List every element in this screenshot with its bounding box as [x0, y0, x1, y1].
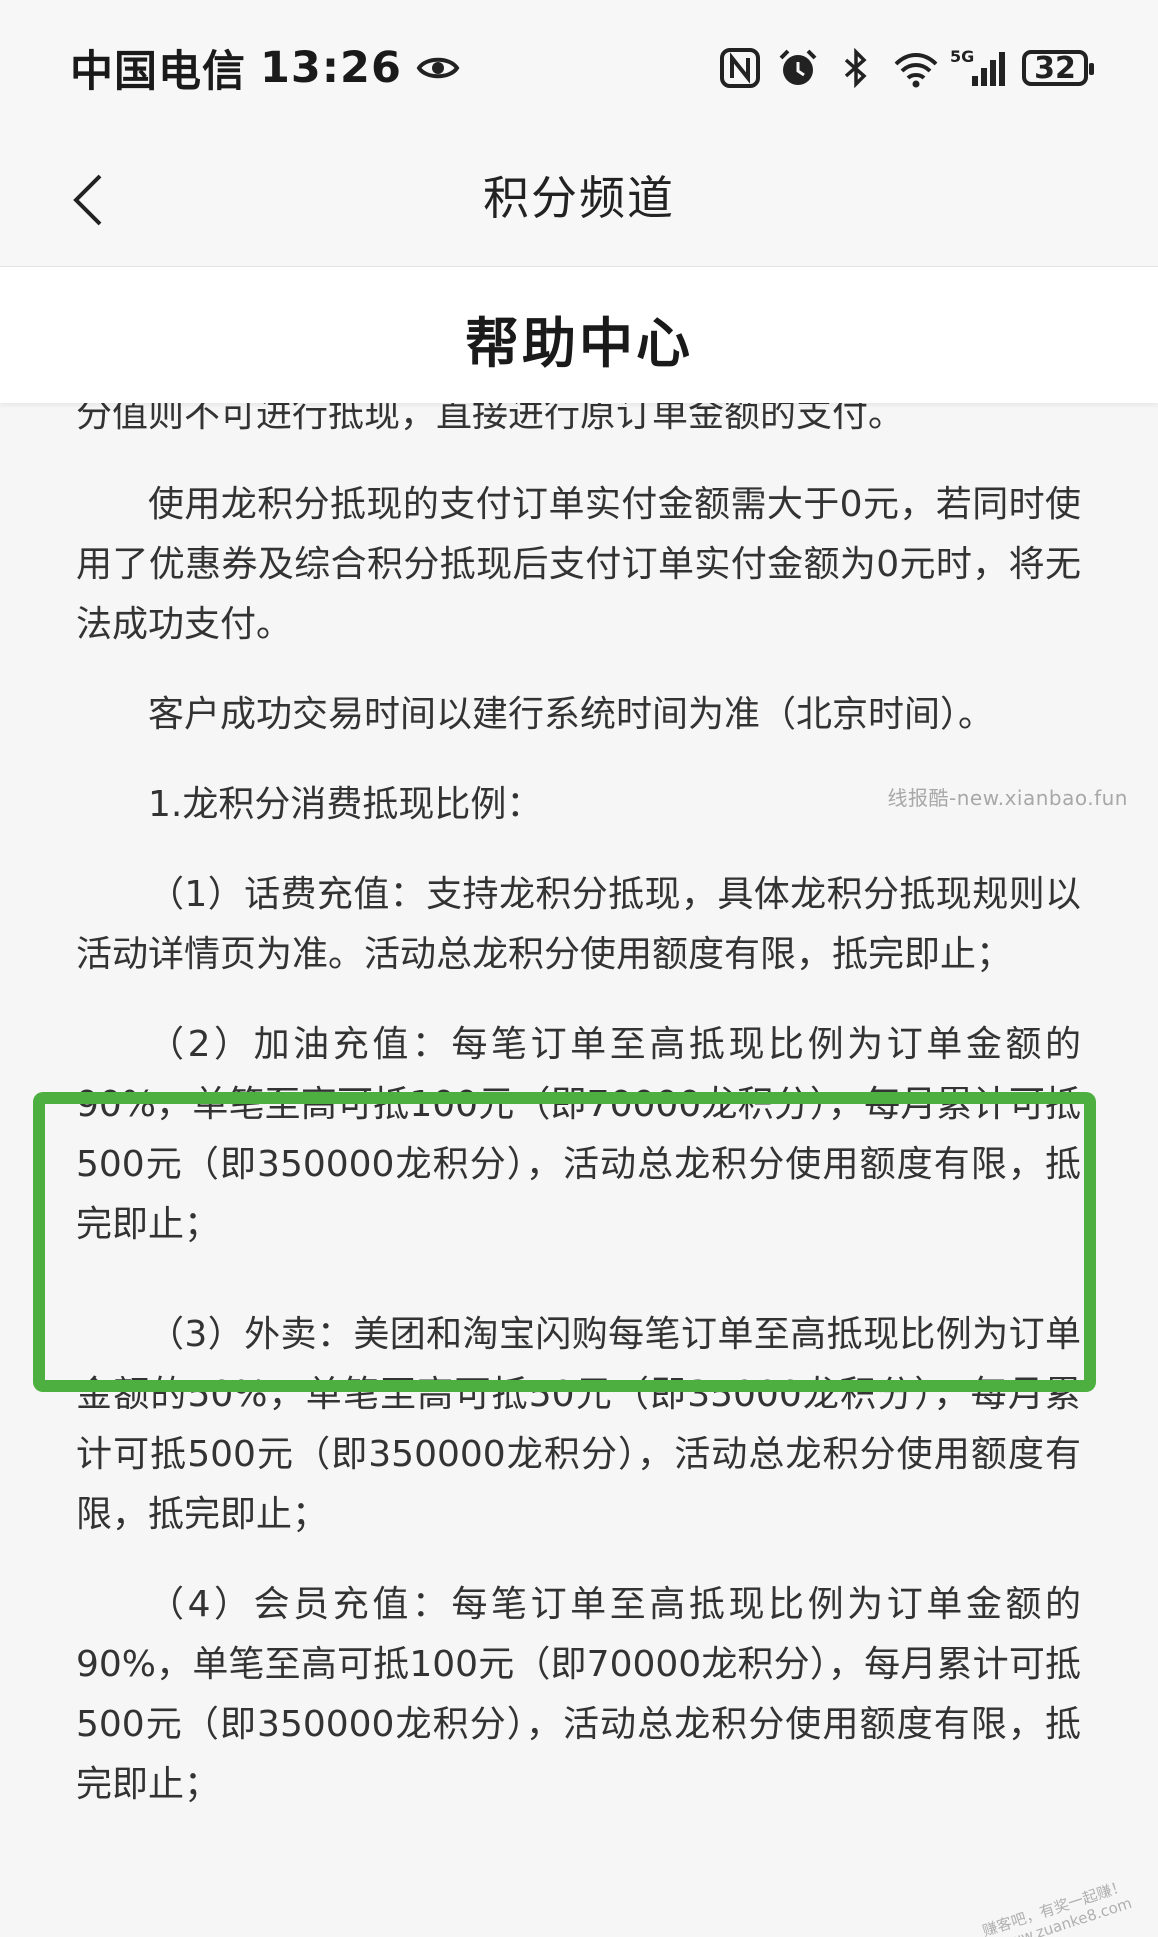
paragraph: 使用龙积分抵现的支付订单实付金额需大于0元，若同时使用了优惠券及综合积分抵现后支…: [76, 484, 1081, 645]
paragraph: 客户成功交易时间以建行系统时间为准（北京时间）。: [148, 694, 995, 735]
paragraph: （4）会员充值：每笔订单至高抵现比例为订单金额的90%，单笔至高可抵100元（即…: [76, 1584, 1081, 1805]
paragraph-list: 分值则不可进行抵现，直接进行原订单金额的支付。 使用龙积分抵现的支付订单实付金额…: [76, 385, 1081, 1845]
nav-header: 积分频道: [0, 132, 1158, 267]
help-header: 帮助中心: [0, 267, 1158, 403]
watermark-xianbao: 线报酷-new.xianbao.fun: [887, 786, 1128, 810]
alarm-icon: [776, 46, 820, 90]
svg-text:5G: 5G: [950, 47, 974, 66]
bluetooth-icon: [834, 46, 878, 90]
carrier-name: 中国电信: [70, 47, 246, 97]
watermark-zuanke8: 赚客吧，有奖一起赚！ www.zuanke8.com: [980, 1877, 1134, 1937]
status-time: 13:26: [260, 43, 402, 93]
paragraph: （3）外卖：美团和淘宝闪购每笔订单至高抵现比例为订单金额的50%，单笔至高可抵5…: [76, 1314, 1081, 1535]
help-center-title: 帮助中心: [465, 312, 693, 375]
signal-5g-icon: 5G: [950, 46, 1008, 90]
paragraph: （1）话费充值：支持龙积分抵现，具体龙积分抵现规则以活动详情页为准。活动总龙积分…: [76, 874, 1081, 975]
status-left: 中国电信 13:26: [70, 38, 460, 98]
status-bar: 中国电信 13:26 5G 32: [0, 0, 1158, 132]
eye-icon: [416, 46, 460, 90]
wifi-icon: [892, 46, 938, 90]
nfc-icon: [718, 46, 762, 90]
help-content[interactable]: 分值则不可进行抵现，直接进行原订单金额的支付。 使用龙积分抵现的支付订单实付金额…: [0, 370, 1158, 1937]
status-right: 5G 32: [718, 38, 1094, 98]
paragraph-highlighted: （2）加油充值：每笔订单至高抵现比例为订单金额的90%，单笔至高可抵100元（即…: [76, 1024, 1081, 1245]
battery-icon: 32: [1022, 50, 1094, 86]
page-title: 积分频道: [483, 171, 675, 225]
screen: 中国电信 13:26 5G 32 积分频道 帮助中心 分值则不可进行抵现，直接进…: [0, 0, 1158, 1937]
